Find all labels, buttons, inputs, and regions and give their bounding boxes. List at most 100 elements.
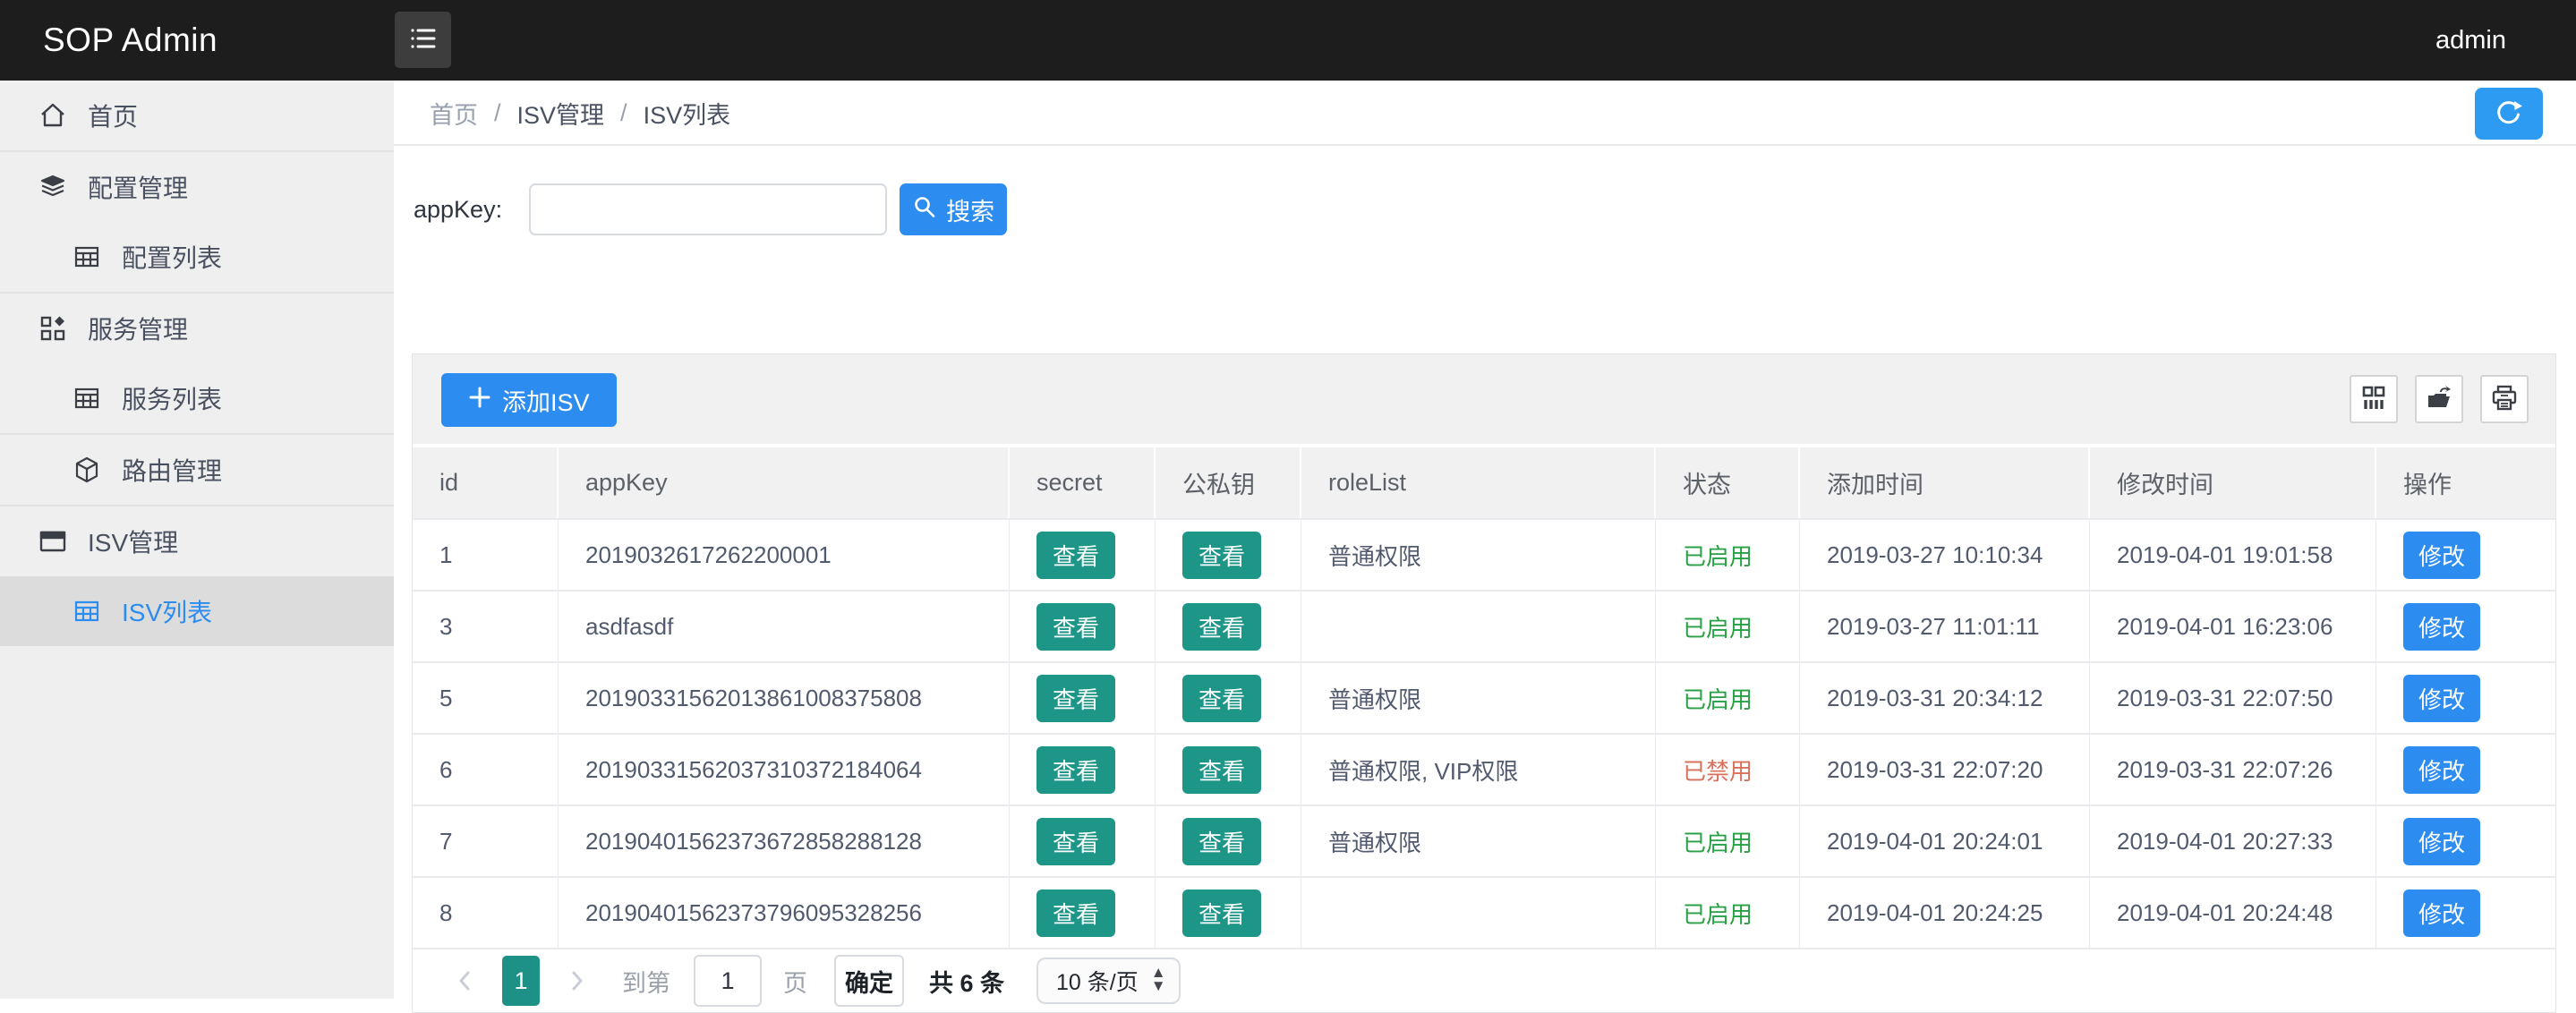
cell-created-time: 2019-03-27 11:01:11 xyxy=(1800,592,2090,661)
edit-button[interactable]: 修改 xyxy=(2403,746,2480,794)
sidebar-item-4[interactable]: 服务管理 xyxy=(0,294,394,363)
cell-rolelist: 普通权限 xyxy=(1301,520,1656,590)
table-header-row: idappKeysecret公私钥roleList状态添加时间修改时间操作 xyxy=(413,447,2555,518)
view-secret-button[interactable]: 查看 xyxy=(1036,532,1115,579)
view-keypair-button[interactable]: 查看 xyxy=(1182,890,1261,937)
cell-appkey: asdfasdf xyxy=(559,592,1010,661)
search-button[interactable]: 搜索 xyxy=(900,183,1007,235)
column-header: 修改时间 xyxy=(2090,447,2376,518)
status-text: 已启用 xyxy=(1683,539,1753,572)
plus-icon xyxy=(468,386,491,415)
sidebar-item-2[interactable]: 配置管理 xyxy=(0,152,394,222)
column-header: 状态 xyxy=(1656,447,1800,518)
view-secret-button[interactable]: 查看 xyxy=(1036,890,1115,937)
status-text: 已启用 xyxy=(1683,897,1753,930)
view-keypair-button[interactable]: 查看 xyxy=(1182,675,1261,722)
table-row: 5 20190331562013861008375808 查看 查看 普通权限 … xyxy=(413,661,2555,733)
sidebar-item-label: 服务列表 xyxy=(122,380,222,416)
breadcrumb-separator: / xyxy=(620,99,627,127)
goto-page-label: 到第 xyxy=(622,964,670,999)
breadcrumb-home[interactable]: 首页 xyxy=(430,96,478,131)
view-keypair-button[interactable]: 查看 xyxy=(1182,532,1261,579)
layers-icon xyxy=(38,172,68,202)
edit-button[interactable]: 修改 xyxy=(2403,890,2480,937)
cell-id: 8 xyxy=(413,878,559,948)
table-icon xyxy=(72,383,102,413)
breadcrumb-isv-manage[interactable]: ISV管理 xyxy=(517,96,605,131)
breadcrumb-isv-list[interactable]: ISV列表 xyxy=(644,96,731,131)
pagination-bar: 1 到第 页 确定 共 6 条 10 条/页 ▲▼ xyxy=(413,948,2555,1012)
cell-updated-time: 2019-04-01 19:01:58 xyxy=(2090,520,2376,590)
breadcrumb-separator: / xyxy=(494,99,501,127)
cell-created-time: 2019-03-31 20:34:12 xyxy=(1800,663,2090,733)
view-secret-button[interactable]: 查看 xyxy=(1036,818,1115,865)
sidebar-item-label: 首页 xyxy=(88,98,138,133)
top-bar: SOP Admin admin xyxy=(0,0,2576,81)
status-text: 已启用 xyxy=(1683,610,1753,643)
edit-button[interactable]: 修改 xyxy=(2403,603,2480,651)
view-keypair-button[interactable]: 查看 xyxy=(1182,603,1261,651)
cell-created-time: 2019-03-31 22:07:20 xyxy=(1800,735,2090,804)
sidebar-item-label: 服务管理 xyxy=(88,311,188,346)
sidebar-item-7[interactable]: ISV管理 xyxy=(0,506,394,576)
cell-appkey: 20190401562373672858288128 xyxy=(559,806,1010,876)
cell-created-time: 2019-04-01 20:24:01 xyxy=(1800,806,2090,876)
window-icon xyxy=(38,526,68,557)
view-secret-button[interactable]: 查看 xyxy=(1036,675,1115,722)
next-page-button[interactable] xyxy=(561,966,592,996)
add-isv-button[interactable]: 添加ISV xyxy=(441,373,617,427)
refresh-button[interactable] xyxy=(2475,88,2543,140)
edit-button[interactable]: 修改 xyxy=(2403,818,2480,865)
cell-created-time: 2019-03-27 10:10:34 xyxy=(1800,520,2090,590)
appkey-search-input[interactable] xyxy=(529,183,887,235)
column-header: secret xyxy=(1010,447,1156,518)
cell-id: 7 xyxy=(413,806,559,876)
view-secret-button[interactable]: 查看 xyxy=(1036,746,1115,794)
cell-id: 1 xyxy=(413,520,559,590)
table-row: 7 20190401562373672858288128 查看 查看 普通权限 … xyxy=(413,804,2555,876)
spinner-arrows-icon: ▲▼ xyxy=(1151,967,1166,994)
goto-confirm-button[interactable]: 确定 xyxy=(834,955,904,1007)
current-user[interactable]: admin xyxy=(2435,0,2506,81)
goto-page-input[interactable] xyxy=(694,955,762,1007)
search-field-label: appKey: xyxy=(414,196,502,224)
edit-button[interactable]: 修改 xyxy=(2403,675,2480,722)
table-body: 1 2019032617262200001 查看 查看 普通权限 已启用 201… xyxy=(413,518,2555,948)
export-icon xyxy=(2425,384,2453,415)
sidebar-item-6[interactable]: 路由管理 xyxy=(0,435,394,505)
sidebar-item-1[interactable]: 首页 xyxy=(0,81,394,150)
search-button-label: 搜索 xyxy=(946,192,994,227)
cell-id: 3 xyxy=(413,592,559,661)
sidebar-item-3[interactable]: 配置列表 xyxy=(0,222,394,292)
view-keypair-button[interactable]: 查看 xyxy=(1182,746,1261,794)
view-secret-button[interactable]: 查看 xyxy=(1036,603,1115,651)
prev-page-button[interactable] xyxy=(450,966,481,996)
column-header: appKey xyxy=(559,447,1010,518)
sidebar-item-8[interactable]: ISV列表 xyxy=(0,576,394,646)
column-header: 添加时间 xyxy=(1800,447,2090,518)
cell-appkey: 20190331562013861008375808 xyxy=(559,663,1010,733)
main-content: 首页 / ISV管理 / ISV列表 appKey: 搜索 xyxy=(394,81,2576,999)
table-icon xyxy=(72,242,102,272)
print-icon xyxy=(2490,384,2519,415)
search-icon xyxy=(912,194,937,226)
sidebar-item-5[interactable]: 服务列表 xyxy=(0,363,394,433)
columns-toggle-button[interactable] xyxy=(2350,375,2398,423)
status-text: 已启用 xyxy=(1683,825,1753,858)
total-count-label: 共 6 条 xyxy=(929,964,1004,999)
cell-appkey: 20190331562037310372184064 xyxy=(559,735,1010,804)
export-button[interactable] xyxy=(2415,375,2463,423)
table-row: 3 asdfasdf 查看 查看 已启用 2019-03-27 11:01:11… xyxy=(413,590,2555,661)
table-icon xyxy=(72,596,102,626)
edit-button[interactable]: 修改 xyxy=(2403,532,2480,579)
column-header: 操作 xyxy=(2376,447,2555,518)
cell-updated-time: 2019-03-31 22:07:26 xyxy=(2090,735,2376,804)
app-title: SOP Admin xyxy=(43,0,218,81)
view-keypair-button[interactable]: 查看 xyxy=(1182,818,1261,865)
sidebar-toggle-button[interactable] xyxy=(395,12,451,68)
page-unit-label: 页 xyxy=(783,964,807,999)
page-size-select[interactable]: 10 条/页 ▲▼ xyxy=(1036,958,1181,1004)
print-button[interactable] xyxy=(2480,375,2529,423)
sidebar-item-label: ISV管理 xyxy=(88,524,178,559)
breadcrumb: 首页 / ISV管理 / ISV列表 xyxy=(430,81,730,146)
